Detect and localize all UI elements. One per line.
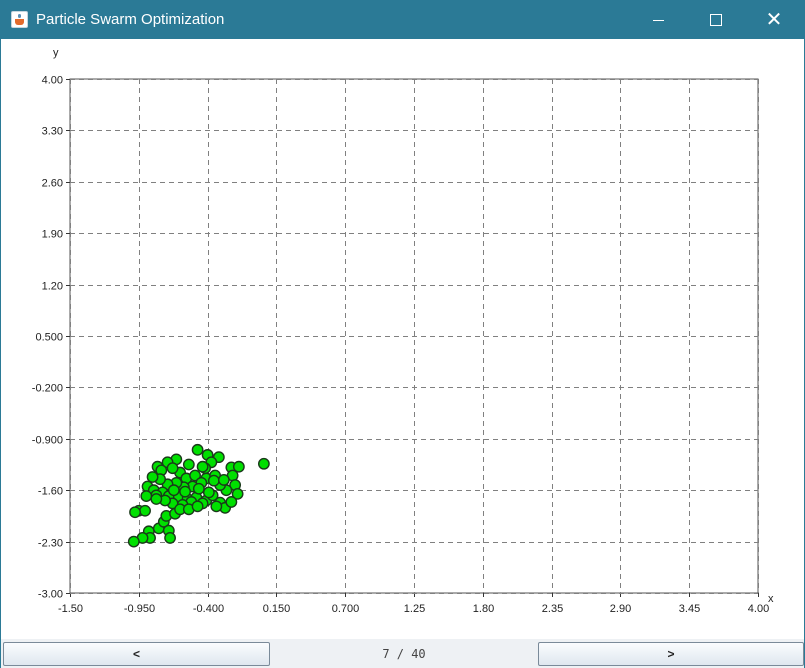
x-tick-label: 0.150 bbox=[263, 603, 291, 615]
particle-point bbox=[146, 471, 159, 483]
window-title: Particle Swarm Optimization bbox=[36, 11, 225, 28]
y-tick-label: -3.00 bbox=[38, 589, 63, 601]
y-tick-label: 4.00 bbox=[42, 75, 63, 87]
maximize-button[interactable] bbox=[687, 1, 745, 39]
particle-point bbox=[196, 460, 209, 473]
java-app-icon bbox=[11, 11, 28, 28]
x-tick-label: -0.400 bbox=[193, 603, 224, 615]
particle-point bbox=[191, 500, 204, 513]
particle-point bbox=[179, 485, 191, 498]
particle-point bbox=[150, 493, 163, 505]
page-indicator: 7 / 40 bbox=[382, 647, 426, 661]
particle-point bbox=[192, 482, 205, 495]
particle-point bbox=[191, 443, 204, 456]
y-tick-label: 2.60 bbox=[42, 178, 63, 190]
particle-point bbox=[210, 500, 223, 513]
y-tick-label: -0.900 bbox=[32, 435, 63, 447]
y-tick-label: -2.30 bbox=[38, 538, 63, 550]
particle-point bbox=[129, 506, 141, 519]
x-tick-label: 2.90 bbox=[610, 603, 631, 615]
minimize-button[interactable] bbox=[629, 1, 687, 39]
y-tick-label: 3.30 bbox=[42, 126, 63, 138]
x-tick-label: 1.25 bbox=[404, 603, 425, 615]
minimize-icon bbox=[652, 19, 664, 21]
y-tick-label: -1.60 bbox=[38, 486, 63, 498]
particle-point bbox=[127, 535, 140, 548]
particle-point bbox=[207, 474, 220, 487]
particle-point bbox=[167, 484, 180, 497]
particle-point bbox=[164, 532, 176, 544]
x-tick-label: -0.950 bbox=[124, 603, 155, 615]
previous-button[interactable]: < bbox=[3, 642, 270, 666]
navigation-bar: < 7 / 40 > bbox=[1, 639, 804, 668]
x-tick-label: 2.35 bbox=[542, 603, 563, 615]
y-tick-label: 1.90 bbox=[42, 229, 63, 241]
particle-point bbox=[225, 496, 238, 508]
next-button[interactable]: > bbox=[538, 642, 804, 666]
x-tick-label: 4.00 bbox=[748, 603, 769, 615]
scatter-plot-panel: -1.50 -0.950 -0.400 0.150 0.700 1.25 1.80 2.35 2… bbox=[1, 39, 804, 639]
x-tick-label: 0.700 bbox=[332, 603, 360, 615]
close-icon: ✕ bbox=[765, 9, 783, 31]
particle-point bbox=[257, 457, 270, 470]
x-tick-label: 3.45 bbox=[679, 603, 700, 615]
y-axis-label: y bbox=[53, 47, 59, 59]
y-tick-label: 1.20 bbox=[42, 281, 63, 293]
close-button[interactable]: ✕ bbox=[745, 1, 803, 39]
x-tick-label: -1.50 bbox=[58, 603, 83, 615]
y-tick-label: 0.500 bbox=[35, 332, 63, 344]
particle-point bbox=[140, 490, 153, 502]
maximize-icon bbox=[710, 14, 722, 26]
x-axis-label: x bbox=[768, 593, 774, 605]
title-bar[interactable]: Particle Swarm Optimization ✕ bbox=[1, 1, 804, 39]
x-tick-label: 1.80 bbox=[473, 603, 494, 615]
particle-point bbox=[139, 504, 151, 517]
particle-point bbox=[182, 458, 195, 471]
particle-point bbox=[202, 486, 215, 499]
scatter-plot: -1.50 -0.950 -0.400 0.150 0.700 1.25 1.80 2.35 2… bbox=[32, 47, 774, 615]
y-tick-label: -0.200 bbox=[32, 383, 63, 395]
particle-point bbox=[166, 462, 179, 475]
particle-point bbox=[217, 474, 230, 486]
app-window: Particle Swarm Optimization ✕ -1.50 -0.95… bbox=[0, 0, 805, 668]
